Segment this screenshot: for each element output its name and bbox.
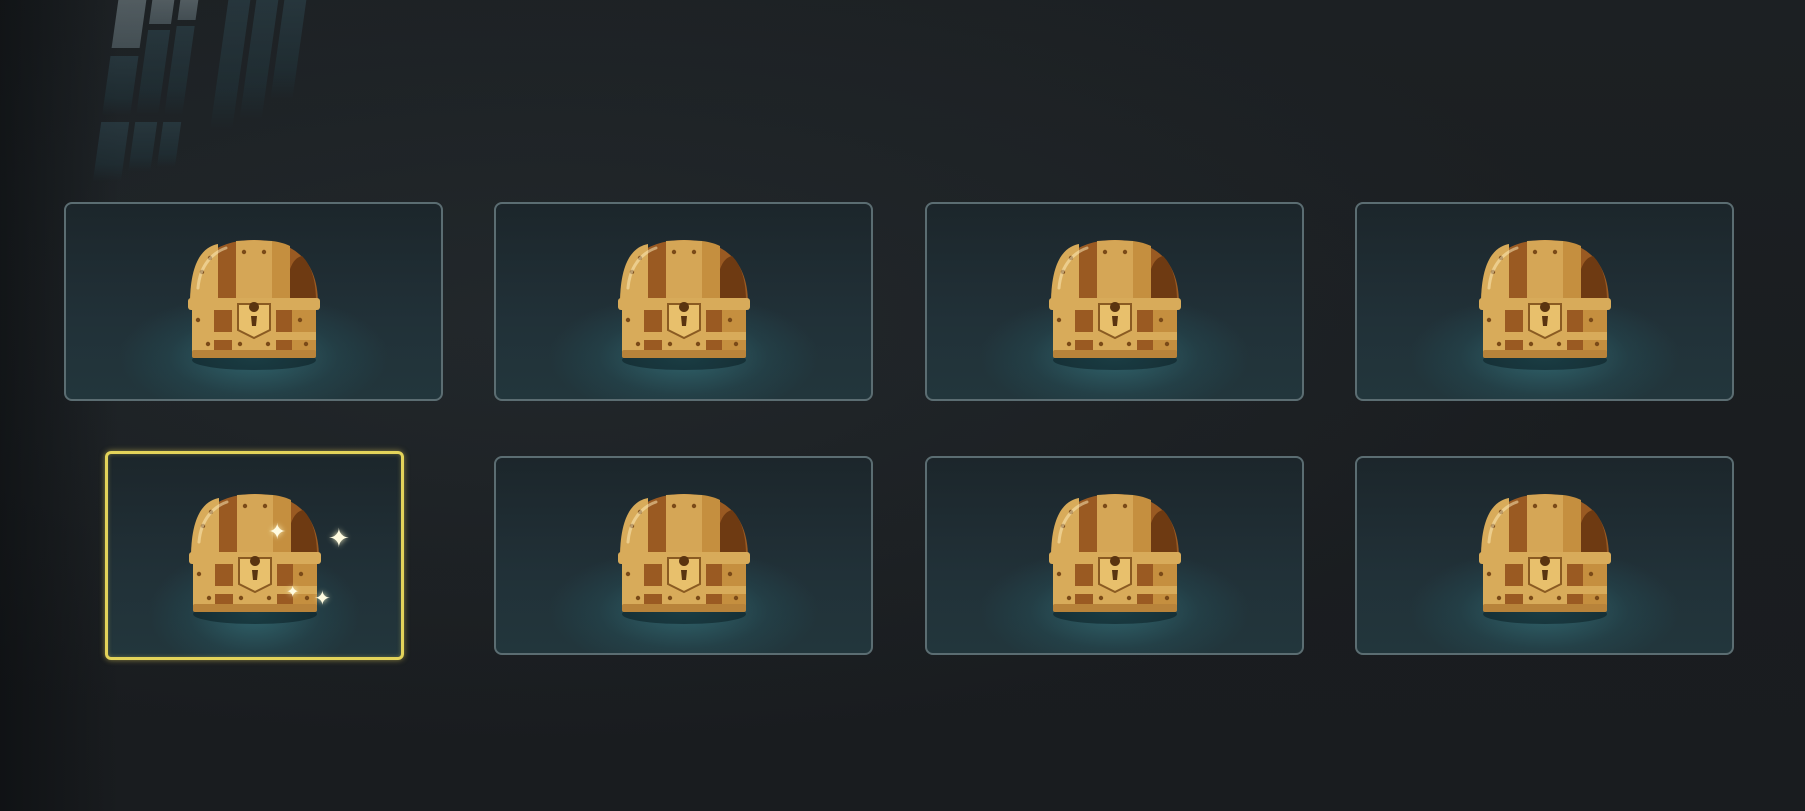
sparkle-icon: ✦ [314, 586, 331, 610]
chest-slot[interactable] [925, 202, 1304, 401]
chest-icon [604, 486, 764, 626]
sparkle-icon: ✦ [268, 520, 287, 545]
sparkle-icon: ✦ [286, 582, 300, 601]
chest-slot[interactable] [1355, 456, 1734, 655]
chest-slot[interactable] [494, 456, 873, 655]
game-scene: ✦ ✦ ✦ ✦ [0, 0, 1805, 811]
chest-slot[interactable] [64, 202, 443, 401]
background-window [82, 0, 359, 190]
sparkle-icon: ✦ [328, 524, 350, 554]
chest-icon [1465, 232, 1625, 372]
chest-icon [1035, 232, 1195, 372]
chest-icon [174, 232, 334, 372]
chest-slot[interactable] [494, 202, 873, 401]
chest-slot-selected[interactable]: ✦ ✦ ✦ ✦ [105, 451, 404, 660]
chest-icon [604, 232, 764, 372]
chest-slot[interactable] [925, 456, 1304, 655]
chest-icon [1035, 486, 1195, 626]
chest-slot[interactable] [1355, 202, 1734, 401]
chest-icon [1465, 486, 1625, 626]
chest-icon [175, 486, 335, 626]
